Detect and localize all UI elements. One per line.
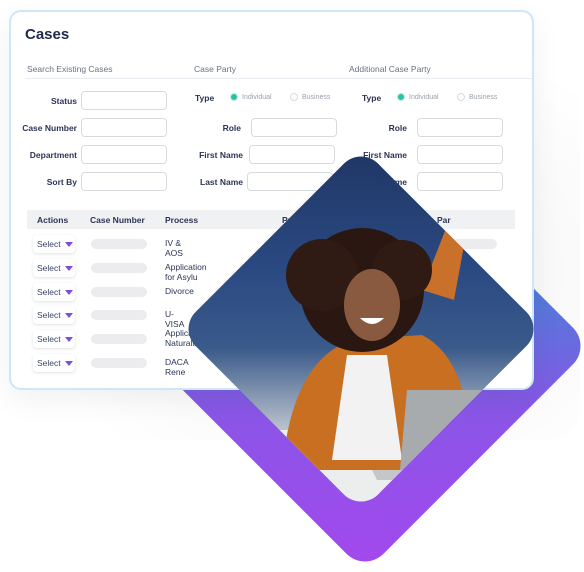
department-input[interactable] — [81, 145, 167, 164]
case-number-placeholder — [91, 310, 147, 320]
sort-by-input[interactable] — [81, 172, 167, 191]
additional-role-label: Role — [388, 123, 407, 133]
col-actions[interactable]: Actions — [37, 215, 68, 225]
caret-down-icon — [64, 241, 73, 247]
additional-last-name-input[interactable] — [417, 172, 503, 191]
section-case-party: Case Party — [194, 64, 237, 74]
radio-selected-icon — [230, 93, 238, 101]
additional-type-label: Type — [362, 93, 382, 103]
section-additional-case-party: Additional Case Party — [349, 64, 431, 74]
additional-type-individual[interactable]: Individual — [397, 93, 439, 101]
process-cell: Divorce — [165, 286, 194, 296]
additional-type-business[interactable]: Business — [457, 93, 497, 101]
col-process[interactable]: Process — [165, 215, 198, 225]
status-label: Status — [51, 96, 77, 106]
caret-down-icon — [64, 265, 73, 271]
col-party[interactable]: Par — [437, 215, 451, 225]
case-number-placeholder — [91, 334, 147, 344]
caret-down-icon — [64, 312, 73, 318]
radio-unselected-icon — [457, 93, 465, 101]
section-divider — [25, 78, 532, 79]
col-case-number[interactable]: Case Number — [90, 215, 145, 225]
process-cell: IV & AOS — [165, 238, 183, 258]
radio-unselected-icon — [290, 93, 298, 101]
case-number-placeholder — [91, 239, 147, 249]
party-type-business[interactable]: Business — [290, 93, 330, 101]
case-number-label: Case Number — [22, 123, 77, 133]
case-number-placeholder — [91, 263, 147, 273]
additional-role-input[interactable] — [417, 118, 503, 137]
page-title: Cases — [25, 26, 70, 43]
actions-select[interactable]: Select — [33, 259, 75, 277]
radio-selected-icon — [397, 93, 405, 101]
actions-select[interactable]: Select — [33, 306, 75, 324]
sort-by-label: Sort By — [46, 177, 77, 187]
party-first-name-input[interactable] — [249, 145, 335, 164]
party-first-name-label: First Name — [199, 150, 243, 160]
case-number-placeholder — [91, 287, 147, 297]
actions-select[interactable]: Select — [33, 354, 75, 372]
party-type-individual[interactable]: Individual — [230, 93, 272, 101]
process-cell: Application for Asylu — [165, 262, 207, 282]
caret-down-icon — [64, 289, 73, 295]
department-label: Department — [29, 150, 77, 160]
process-cell: DACA Rene — [165, 357, 189, 377]
actions-select[interactable]: Select — [33, 330, 75, 348]
actions-select[interactable]: Select — [33, 283, 75, 301]
party-type-label: Type — [195, 93, 215, 103]
party-role-label: Role — [222, 123, 241, 133]
additional-first-name-input[interactable] — [417, 145, 503, 164]
party-role-input[interactable] — [251, 118, 337, 137]
actions-select[interactable]: Select — [33, 235, 75, 253]
caret-down-icon — [64, 360, 73, 366]
party-last-name-label: Last Name — [200, 177, 243, 187]
case-number-placeholder — [91, 358, 147, 368]
status-input[interactable] — [81, 91, 167, 110]
section-search-existing-cases: Search Existing Cases — [27, 64, 113, 74]
cases-table-header: Actions Case Number Process Program T Da… — [27, 210, 515, 229]
caret-down-icon — [64, 336, 73, 342]
case-number-input[interactable] — [81, 118, 167, 137]
